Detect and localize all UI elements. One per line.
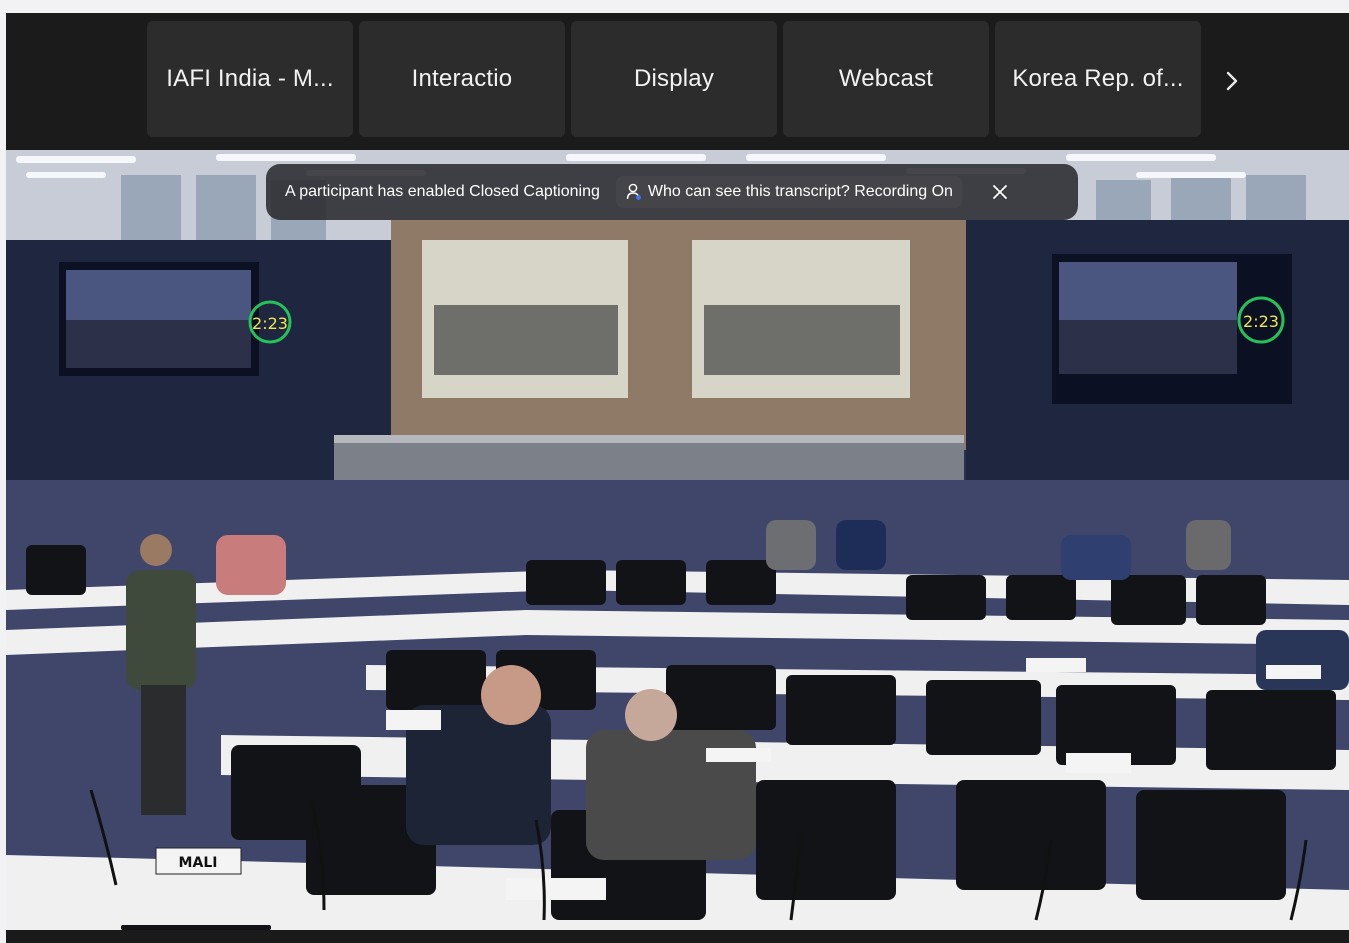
- person-icon: [626, 183, 641, 200]
- participant-tile-label: Webcast: [838, 65, 934, 92]
- close-banner-button[interactable]: [988, 180, 1012, 204]
- chevron-right-icon: [1226, 71, 1238, 91]
- bottom-edge: [6, 930, 1349, 943]
- transcript-link-text: Who can see this transcript? Recording O…: [647, 183, 953, 200]
- close-icon: [993, 185, 1007, 199]
- participant-tile-interactio[interactable]: Interactio: [359, 21, 565, 137]
- closed-caption-banner: A participant has enabled Closed Caption…: [266, 164, 1078, 220]
- participant-tile-label: Korea Rep. of...: [1012, 65, 1184, 92]
- transcript-visibility-link[interactable]: Who can see this transcript? Recording O…: [615, 176, 962, 208]
- participant-tile-korea[interactable]: Korea Rep. of...: [995, 21, 1201, 137]
- participant-tile-label: IAFI India - M...: [166, 65, 334, 92]
- meeting-window: IAFI India - M... Interactio Display Web…: [6, 13, 1349, 943]
- participant-tile-label: Interactio: [411, 65, 513, 92]
- name-plate-mali: MALI: [179, 855, 218, 871]
- timer-right: 2:23: [1243, 312, 1279, 331]
- participant-tile-display[interactable]: Display: [571, 21, 777, 137]
- caption-notice-text: A participant has enabled Closed Caption…: [285, 183, 600, 200]
- gallery-next-button[interactable]: [1214, 63, 1250, 99]
- participant-tile-label: Display: [633, 65, 715, 92]
- conference-hall-scene: 2:23 2:23 MALI: [6, 150, 1349, 930]
- participant-tile-webcast[interactable]: Webcast: [783, 21, 989, 137]
- participant-gallery-strip: IAFI India - M... Interactio Display Web…: [6, 13, 1349, 150]
- active-speaker-video[interactable]: 2:23 2:23 MALI: [6, 150, 1349, 930]
- timer-left: 2:23: [252, 314, 288, 333]
- participant-tile-iafi-india[interactable]: IAFI India - M...: [147, 21, 353, 137]
